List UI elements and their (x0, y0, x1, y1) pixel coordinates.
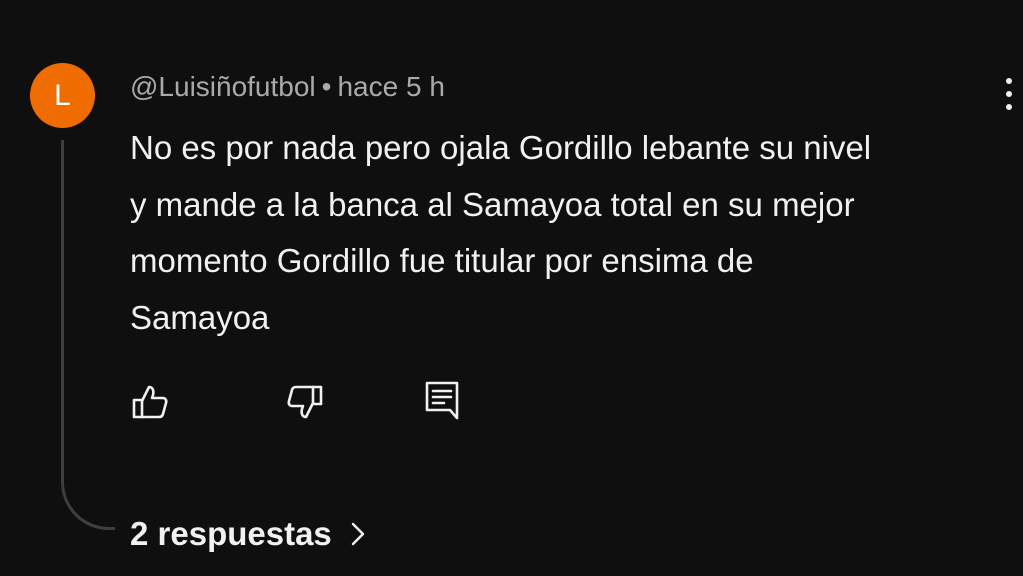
comment-text: No es por nada pero ojala Gordillo leban… (130, 120, 1010, 346)
thread-connector-line (61, 140, 115, 530)
avatar[interactable]: L (30, 63, 95, 128)
kebab-dot (1006, 78, 1012, 84)
comment-line: Samayoa (130, 298, 270, 336)
dislike-button[interactable] (283, 380, 327, 424)
comment-thread: L @Luisiñofutbol • hace 5 h No es por nada… (0, 0, 1023, 576)
comment-line: y mande a la banca al Samayoa total en s… (130, 185, 855, 223)
kebab-dot (1006, 104, 1012, 110)
chevron-right-icon (350, 520, 366, 548)
reply-button[interactable] (420, 378, 464, 422)
more-vert-icon[interactable] (995, 72, 1023, 116)
replies-label: 2 respuestas (130, 515, 332, 552)
comment-meta: @Luisiñofutbol • hace 5 h (130, 70, 445, 104)
view-replies-button[interactable]: 2 respuestas (130, 512, 366, 556)
thumb-down-icon (287, 385, 323, 419)
author-handle[interactable]: @Luisiñofutbol (130, 71, 316, 102)
meta-separator: • (321, 71, 332, 102)
comment-line: No es por nada pero ojala Gordillo leban… (130, 129, 872, 166)
comment-line: momento Gordillo fue titular por ensima … (130, 242, 754, 279)
comment-time: hace 5 h (337, 71, 445, 102)
comment-reply-icon (425, 381, 459, 420)
avatar-letter: L (54, 78, 71, 112)
thumb-up-icon (132, 385, 168, 419)
like-button[interactable] (128, 380, 172, 424)
kebab-dot (1006, 91, 1012, 97)
